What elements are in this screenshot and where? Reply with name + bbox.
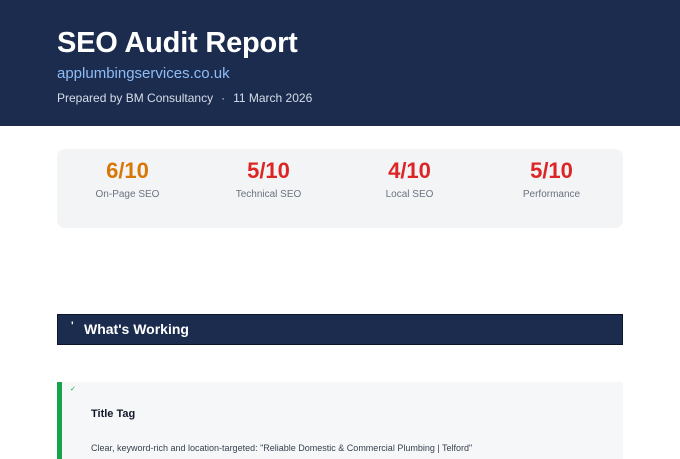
report-date: 11 March 2026 [233,91,313,105]
finding-title: Title Tag [91,408,136,420]
score-value: 4/10 [388,158,431,183]
score-label: Performance [522,189,581,200]
finding-card-title-tag: ✓ Title Tag Clear, keyword-rich and loca… [57,382,623,459]
report-meta: Prepared by BM Consultancy · 11 March 2026 [57,91,312,106]
score-performance: 5/10 Performance [481,149,622,228]
section-title: What's Working [84,321,189,337]
score-label: Technical SEO [235,189,302,200]
score-summary-panel: 6/10 On-Page SEO 5/10 Technical SEO 4/10… [57,149,623,228]
score-on-page: 6/10 On-Page SEO [57,149,198,228]
score-value: 6/10 [106,158,149,183]
score-technical: 5/10 Technical SEO [198,149,339,228]
section-header-whats-working: ' What's Working [57,314,623,345]
score-label: On-Page SEO [95,189,160,200]
score-value: 5/10 [247,158,290,183]
site-url: applumbingservices.co.uk [57,65,230,82]
report-title: SEO Audit Report [57,27,298,59]
prepared-by: Prepared by BM Consultancy [57,91,214,105]
finding-description: Clear, keyword-rich and location-targete… [91,443,473,453]
meta-separator: · [221,91,226,105]
section-marker-icon: ' [71,320,74,332]
score-label: Local SEO [385,189,434,200]
score-local: 4/10 Local SEO [339,149,480,228]
report-header: SEO Audit Report applumbingservices.co.u… [0,0,680,126]
check-icon: ✓ [70,386,76,393]
score-value: 5/10 [530,158,573,183]
